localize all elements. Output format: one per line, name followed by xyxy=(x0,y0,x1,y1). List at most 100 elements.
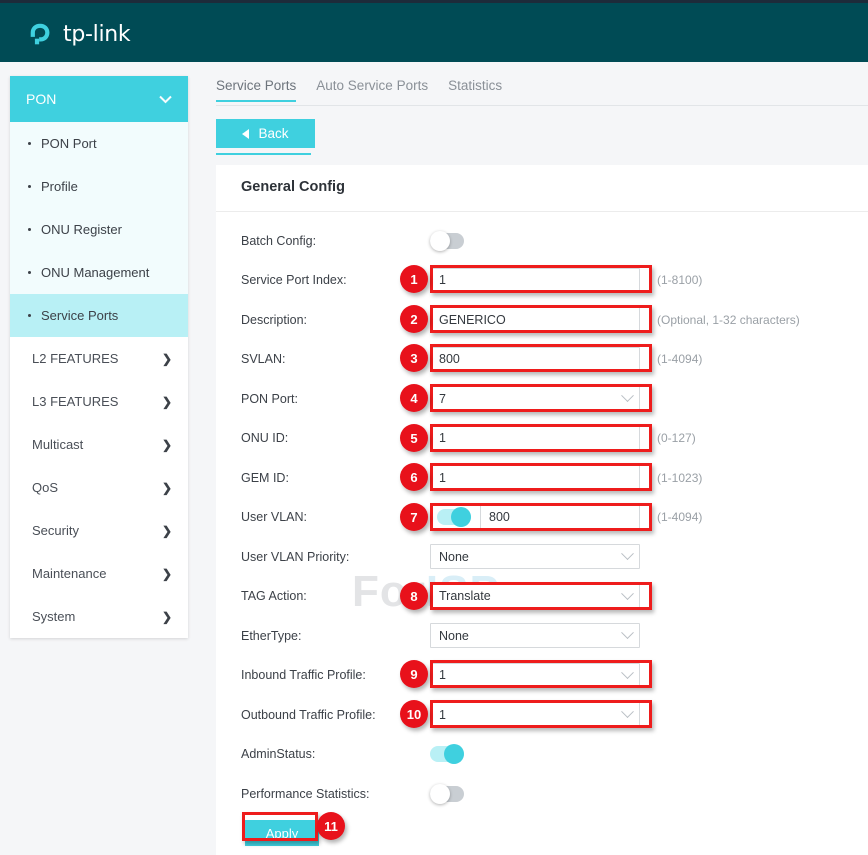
brand-name: tp-link xyxy=(63,21,131,47)
chevron-right-icon: ❯ xyxy=(161,566,172,581)
row-apply: Apply xyxy=(216,814,868,854)
performance-statistics-toggle[interactable] xyxy=(430,783,464,804)
bullet-icon xyxy=(28,142,31,145)
ethertype-value: None xyxy=(439,628,469,643)
svlan-wrap xyxy=(430,346,640,372)
admin-status-label: AdminStatus: xyxy=(241,747,316,762)
row-pon-port: PON Port: 7 xyxy=(216,379,868,419)
gem-id-wrap xyxy=(430,465,640,491)
batch-config-toggle[interactable] xyxy=(430,230,464,251)
pon-port-select[interactable]: 7 xyxy=(430,386,640,412)
row-description: Description: (Optional, 1-32 characters) xyxy=(216,300,868,340)
sidebar-group-l2-features[interactable]: L2 FEATURES ❯ xyxy=(10,337,188,380)
outbound-traffic-profile-label: Outbound Traffic Profile: xyxy=(241,707,376,722)
general-config-panel: General Config ForISP Batch Config: Serv… xyxy=(216,165,868,855)
row-onu-id: ONU ID: (0-127) xyxy=(216,419,868,459)
outbound-traffic-profile-wrap: 1 xyxy=(430,702,640,728)
tab-service-ports[interactable]: Service Ports xyxy=(216,78,297,102)
tab-label: Auto Service Ports xyxy=(316,78,429,93)
sidebar-item-label: Service Ports xyxy=(41,308,119,323)
tag-action-select[interactable]: Translate xyxy=(430,583,640,609)
onu-id-input[interactable] xyxy=(430,425,640,451)
brand-logo[interactable]: tp-link xyxy=(26,19,131,49)
onu-id-hint: (0-127) xyxy=(657,431,696,446)
sidebar-group-label: Multicast xyxy=(32,437,84,452)
user-vlan-toggle[interactable] xyxy=(437,507,471,528)
chevron-down-icon xyxy=(621,389,634,403)
tab-label: Service Ports xyxy=(216,78,297,93)
sidebar-item-label: ONU Register xyxy=(41,222,122,237)
apply-button[interactable]: Apply xyxy=(245,820,319,847)
tab-bar: Service Ports Auto Service Ports Statist… xyxy=(216,78,868,106)
performance-statistics-label: Performance Statistics: xyxy=(241,786,370,801)
tab-statistics[interactable]: Statistics xyxy=(448,78,502,102)
sidebar-item-service-ports[interactable]: Service Ports xyxy=(10,294,188,337)
service-port-index-wrap xyxy=(430,267,640,293)
gem-id-hint: (1-1023) xyxy=(657,470,703,485)
user-vlan-priority-label: User VLAN Priority: xyxy=(241,549,350,564)
pon-port-value: 7 xyxy=(439,391,446,406)
sidebar-group-maintenance[interactable]: Maintenance ❯ xyxy=(10,552,188,595)
panel-divider xyxy=(216,211,868,212)
pon-port-wrap: 7 xyxy=(430,386,640,412)
row-performance-statistics: Performance Statistics: xyxy=(216,774,868,814)
sidebar-group-label: L3 FEATURES xyxy=(32,394,119,409)
outbound-traffic-profile-value: 1 xyxy=(439,707,446,722)
sidebar-item-pon-port[interactable]: PON Port xyxy=(10,122,188,165)
tag-action-label: TAG Action: xyxy=(241,589,307,604)
bullet-icon xyxy=(28,185,31,188)
user-vlan-label: User VLAN: xyxy=(241,510,307,525)
sidebar-item-label: PON Port xyxy=(41,136,97,151)
user-vlan-priority-select[interactable]: None xyxy=(430,544,640,570)
chevron-right-icon: ❯ xyxy=(161,609,172,624)
performance-statistics-toggle-wrap xyxy=(430,783,464,804)
chevron-down-icon xyxy=(621,626,634,640)
sidebar-item-onu-register[interactable]: ONU Register xyxy=(10,208,188,251)
row-service-port-index: Service Port Index: (1-8100) xyxy=(216,261,868,301)
row-batch-config: Batch Config: xyxy=(216,221,868,261)
toggle-knob xyxy=(444,744,464,765)
outbound-traffic-profile-select[interactable]: 1 xyxy=(430,702,640,728)
row-outbound-traffic-profile: Outbound Traffic Profile: 1 xyxy=(216,695,868,735)
onu-id-wrap xyxy=(430,425,640,451)
toggle-knob xyxy=(451,507,471,528)
gem-id-input[interactable] xyxy=(430,465,640,491)
chevron-down-icon xyxy=(159,95,172,103)
sidebar-group-security[interactable]: Security ❯ xyxy=(10,509,188,552)
svlan-input[interactable] xyxy=(430,346,640,372)
sidebar-group-system[interactable]: System ❯ xyxy=(10,595,188,638)
tab-auto-service-ports[interactable]: Auto Service Ports xyxy=(316,78,428,102)
inbound-traffic-profile-label: Inbound Traffic Profile: xyxy=(241,668,366,683)
sidebar-group-label: Maintenance xyxy=(32,566,107,581)
chevron-down-icon xyxy=(621,666,634,679)
sidebar-item-onu-management[interactable]: ONU Management xyxy=(10,251,188,294)
bullet-icon xyxy=(28,228,31,231)
inbound-traffic-profile-wrap: 1 xyxy=(430,662,640,688)
row-user-vlan-priority: User VLAN Priority: None xyxy=(216,537,868,577)
sidebar-group-l3-features[interactable]: L3 FEATURES ❯ xyxy=(10,380,188,423)
ethertype-select[interactable]: None xyxy=(430,623,640,649)
chevron-right-icon: ❯ xyxy=(161,394,172,409)
row-svlan: SVLAN: (1-4094) xyxy=(216,340,868,380)
sidebar-item-label: Profile xyxy=(41,179,78,194)
toggle-knob xyxy=(430,783,450,804)
row-gem-id: GEM ID: (1-1023) xyxy=(216,458,868,498)
inbound-traffic-profile-value: 1 xyxy=(439,668,446,683)
sidebar-group-qos[interactable]: QoS ❯ xyxy=(10,466,188,509)
admin-status-toggle-wrap xyxy=(430,744,464,765)
svlan-hint: (1-4094) xyxy=(657,352,703,367)
sidebar-item-profile[interactable]: Profile xyxy=(10,165,188,208)
sidebar-menu-pon[interactable]: PON xyxy=(10,76,188,122)
sidebar-group-multicast[interactable]: Multicast ❯ xyxy=(10,423,188,466)
user-vlan-toggle-box xyxy=(430,504,480,530)
sidebar-group-label: Security xyxy=(32,523,79,538)
user-vlan-input[interactable] xyxy=(480,504,640,530)
admin-status-toggle[interactable] xyxy=(430,744,464,765)
sidebar-submenu: PON Port Profile ONU Register ONU Manage… xyxy=(10,122,188,337)
description-input[interactable] xyxy=(430,307,640,333)
service-port-index-input[interactable] xyxy=(430,267,640,293)
tag-action-value: Translate xyxy=(439,589,491,604)
back-button-label: Back xyxy=(258,126,289,141)
back-button[interactable]: Back xyxy=(216,119,315,148)
inbound-traffic-profile-select[interactable]: 1 xyxy=(430,662,640,688)
